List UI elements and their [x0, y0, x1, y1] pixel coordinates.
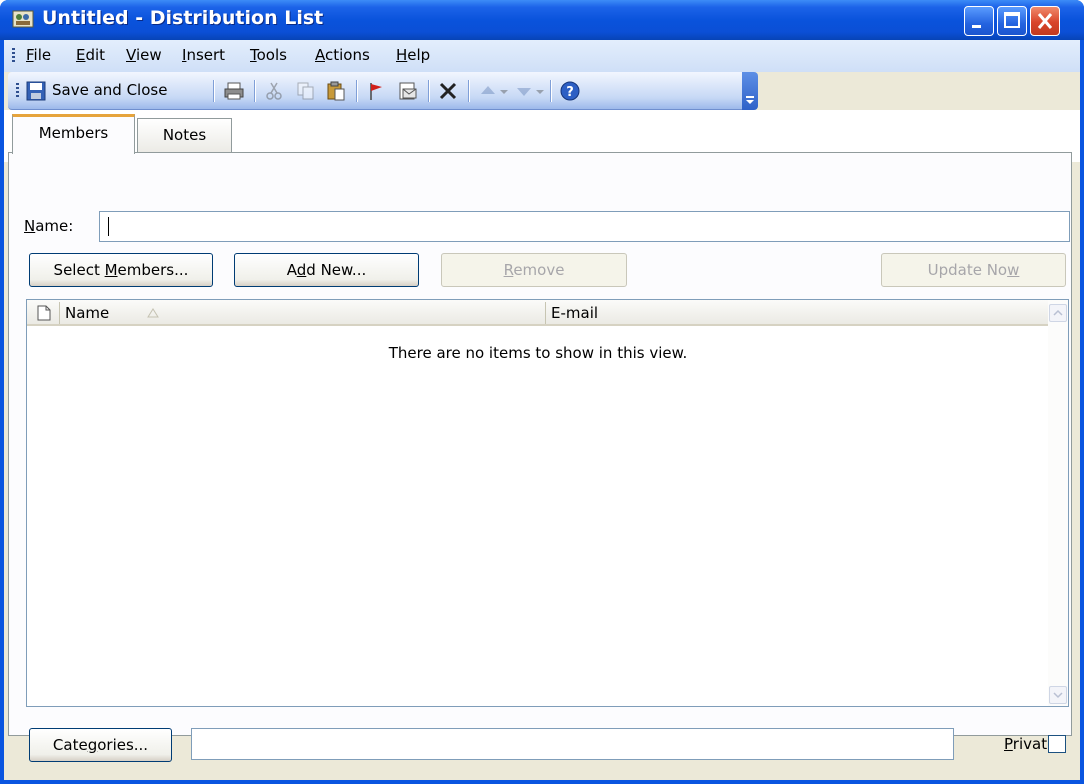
window-title: Untitled - Distribution List: [42, 7, 324, 29]
toolbar-separator: [428, 80, 429, 102]
svg-text:?: ?: [566, 85, 574, 100]
distribution-list-icon: [12, 10, 34, 28]
select-members-button[interactable]: Select Members...: [29, 253, 213, 287]
cut-icon[interactable]: [264, 81, 284, 101]
sort-ascending-icon: [147, 308, 159, 318]
members-list[interactable]: Name E-mail There are no items to show i…: [26, 299, 1069, 707]
maximize-icon: [1004, 12, 1020, 28]
text-cursor: [108, 217, 109, 236]
next-dropdown-icon[interactable]: [534, 81, 546, 101]
paste-icon[interactable]: [326, 81, 346, 101]
distribution-list-window: Untitled - Distribution List File Edit V…: [0, 0, 1084, 784]
column-header-email[interactable]: E-mail: [551, 304, 598, 322]
menu-tools[interactable]: Tools: [250, 46, 287, 64]
categories-input[interactable]: [191, 728, 954, 760]
scroll-down-icon: [1053, 692, 1063, 699]
toolbar-separator: [213, 80, 214, 102]
toolbar-options-button[interactable]: [742, 72, 758, 110]
tab-notes-label: Notes: [162, 126, 207, 144]
save-and-close-label: Save and Close: [52, 81, 168, 99]
scroll-up-icon: [1053, 309, 1063, 316]
previous-item-icon[interactable]: [478, 81, 498, 101]
close-window-button[interactable]: [1030, 6, 1060, 36]
toolbar-grip[interactable]: [16, 83, 19, 99]
tab-members[interactable]: Members: [12, 114, 135, 154]
toolbar-separator: [356, 80, 357, 102]
follow-up-flag-icon[interactable]: [366, 81, 386, 101]
save-icon: [26, 81, 46, 101]
private-checkbox[interactable]: [1048, 735, 1066, 753]
help-icon[interactable]: ?: [560, 81, 580, 101]
item-type-icon[interactable]: [37, 305, 51, 321]
menu-file[interactable]: File: [26, 46, 51, 64]
scroll-up-button[interactable]: [1049, 304, 1067, 322]
menu-bar: File Edit View Insert Tools Actions Help: [4, 40, 1080, 72]
tab-notes[interactable]: Notes: [137, 118, 232, 152]
maximize-button[interactable]: [997, 6, 1027, 36]
menu-actions[interactable]: Actions: [315, 46, 370, 64]
menu-help[interactable]: Help: [396, 46, 430, 64]
minimize-icon: [972, 25, 981, 28]
menu-edit[interactable]: Edit: [76, 46, 105, 64]
menu-insert[interactable]: Insert: [182, 46, 225, 64]
send-update-icon[interactable]: [398, 81, 418, 101]
column-divider[interactable]: [545, 302, 546, 324]
menu-view[interactable]: View: [126, 46, 162, 64]
column-header-name[interactable]: Name: [65, 304, 109, 322]
previous-dropdown-icon[interactable]: [498, 81, 510, 101]
toolbar-separator: [468, 80, 469, 102]
add-new-button[interactable]: Add New...: [234, 253, 419, 287]
tab-members-label: Members: [38, 124, 109, 142]
update-now-button[interactable]: Update Now: [881, 253, 1066, 287]
toolbar-separator: [254, 80, 255, 102]
copy-icon[interactable]: [296, 81, 316, 101]
minimize-button[interactable]: [964, 6, 994, 36]
close-icon: [1037, 13, 1053, 29]
scroll-down-button[interactable]: [1049, 686, 1067, 704]
save-and-close-button[interactable]: Save and Close: [22, 74, 208, 108]
column-divider[interactable]: [59, 302, 60, 324]
menu-grip[interactable]: [12, 48, 15, 64]
next-item-icon[interactable]: [514, 81, 534, 101]
title-bar[interactable]: Untitled - Distribution List: [0, 0, 1084, 40]
vertical-scrollbar[interactable]: [1048, 300, 1068, 706]
empty-list-message: There are no items to show in this view.: [388, 344, 688, 362]
print-icon[interactable]: [224, 81, 244, 101]
remove-button[interactable]: Remove: [441, 253, 627, 287]
standard-toolbar: Save and Close ?: [8, 72, 758, 110]
toolbar-options-icon: [746, 96, 754, 104]
toolbar-separator: [550, 80, 551, 102]
name-label: Name:: [24, 217, 74, 235]
name-input[interactable]: [99, 211, 1070, 242]
delete-icon[interactable]: [438, 81, 458, 101]
categories-button[interactable]: Categories...: [29, 728, 172, 762]
list-header: Name E-mail: [27, 300, 1049, 326]
